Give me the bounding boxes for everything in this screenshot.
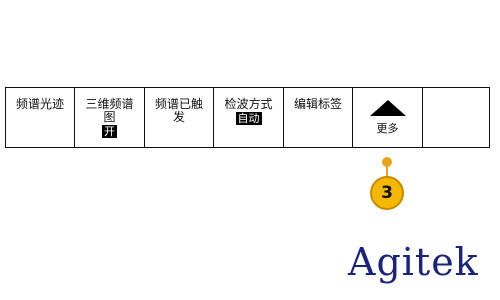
softkey-3d-spectrogram[interactable]: 三维频谱 图 开 <box>75 88 145 147</box>
state-badge-on: 开 <box>102 125 117 138</box>
agitek-logo: Agitek <box>348 240 479 284</box>
softkey-detection-mode[interactable]: 检波方式 自动 <box>214 88 284 147</box>
softkey-label: 频谱光迹 <box>15 97 64 111</box>
softkey-label-line2: 图 <box>103 110 116 124</box>
state-badge-auto: 自动 <box>235 112 262 125</box>
softkey-label-line2: 发 <box>172 110 185 124</box>
softkey-label: 编辑标签 <box>293 97 342 111</box>
softkey-spectrum-trace[interactable]: 频谱光迹 <box>6 88 75 147</box>
softkey-edit-labels[interactable]: 编辑标签 <box>284 88 353 147</box>
softkey-more[interactable]: 更多 <box>353 88 423 147</box>
softkey-spectrum-triggered[interactable]: 频谱已触 发 <box>145 88 214 147</box>
more-label: 更多 <box>376 122 399 135</box>
softkey-menu-bar: 频谱光迹 三维频谱 图 开 频谱已触 发 检波方式 自动 编辑标签 更多 <box>5 87 490 148</box>
softkey-empty[interactable] <box>423 88 489 147</box>
callout-number-badge: 3 <box>370 176 404 210</box>
softkey-label: 检波方式 <box>224 97 273 111</box>
up-arrow-icon <box>369 100 406 116</box>
